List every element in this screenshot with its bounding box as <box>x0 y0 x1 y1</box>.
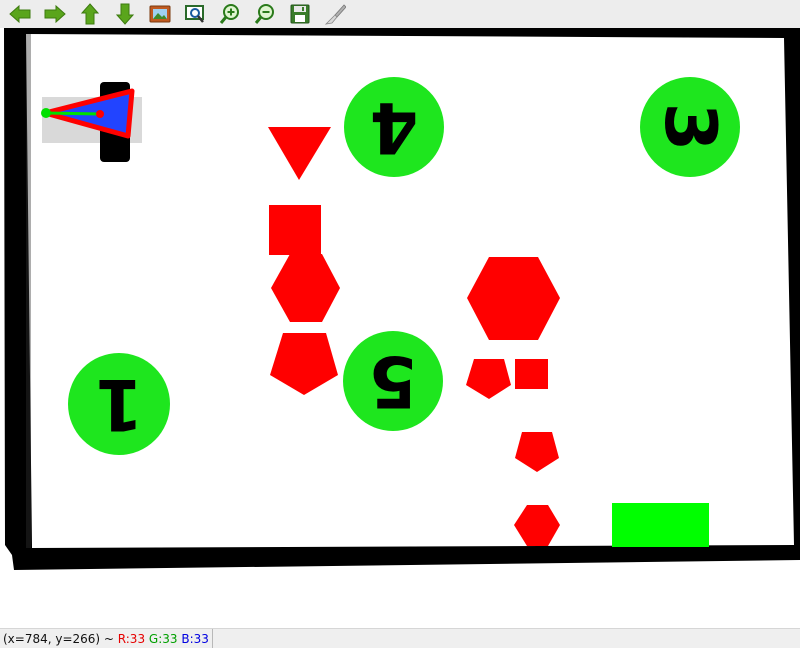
save-button[interactable] <box>286 1 314 27</box>
zoom-in-icon <box>219 4 239 24</box>
robot-front-dot <box>41 108 51 118</box>
pixel-info: (x=784, y=266) ~ R:33 G:33 B:33 <box>0 629 213 648</box>
marker-5: 5 <box>343 331 443 431</box>
floppy-disk-icon <box>290 4 310 24</box>
robot-center-dot <box>96 110 104 118</box>
arrow-left-icon <box>9 4 31 24</box>
robot <box>41 82 142 162</box>
zoom-out-button[interactable] <box>251 1 279 27</box>
small-square-shape <box>515 359 548 389</box>
svg-text:5: 5 <box>369 340 418 422</box>
brush-icon <box>324 4 346 25</box>
goal-zone <box>612 503 709 547</box>
pan-left-button[interactable] <box>6 1 34 27</box>
green-value: G:33 <box>148 631 178 646</box>
camera-image: 4 3 5 1 <box>4 28 800 570</box>
properties-button[interactable] <box>321 1 349 27</box>
svg-text:4: 4 <box>370 86 419 168</box>
svg-text:3: 3 <box>649 103 731 152</box>
zoom-region-icon <box>185 5 204 23</box>
hexagon-shape <box>271 254 340 322</box>
arrow-down-icon <box>115 3 135 25</box>
marker-3: 3 <box>640 77 740 177</box>
blue-value: B:33 <box>181 631 209 646</box>
cursor-coordinates: (x=784, y=266) ~ <box>3 631 118 646</box>
pan-right-button[interactable] <box>41 1 69 27</box>
large-hexagon-shape <box>467 257 560 340</box>
pan-up-button[interactable] <box>76 1 104 27</box>
status-bar: (x=784, y=266) ~ R:33 G:33 B:33 <box>0 628 800 648</box>
zoom-out-icon <box>254 4 274 24</box>
arrow-up-icon <box>80 3 100 25</box>
image-canvas[interactable]: 4 3 5 1 <box>0 28 800 628</box>
pentagon-shape-lower <box>515 432 559 472</box>
zoom-in-button[interactable] <box>216 1 244 27</box>
svg-text:1: 1 <box>95 363 144 445</box>
pan-down-button[interactable] <box>111 1 139 27</box>
arrow-right-icon <box>44 4 66 24</box>
zoom-fit-button[interactable] <box>181 1 209 27</box>
square-shape <box>269 205 321 255</box>
pentagon-shape <box>270 333 338 395</box>
image-icon <box>149 5 171 23</box>
small-pentagon-shape <box>466 359 511 399</box>
zoom-image-button[interactable] <box>146 1 174 27</box>
robot-heading-line <box>45 111 101 116</box>
triangle-shape <box>268 127 331 180</box>
marker-4: 4 <box>344 77 444 177</box>
small-hexagon-shape <box>514 505 560 546</box>
red-value: R:33 <box>117 631 146 646</box>
toolbar <box>0 0 800 28</box>
marker-1: 1 <box>68 353 170 455</box>
